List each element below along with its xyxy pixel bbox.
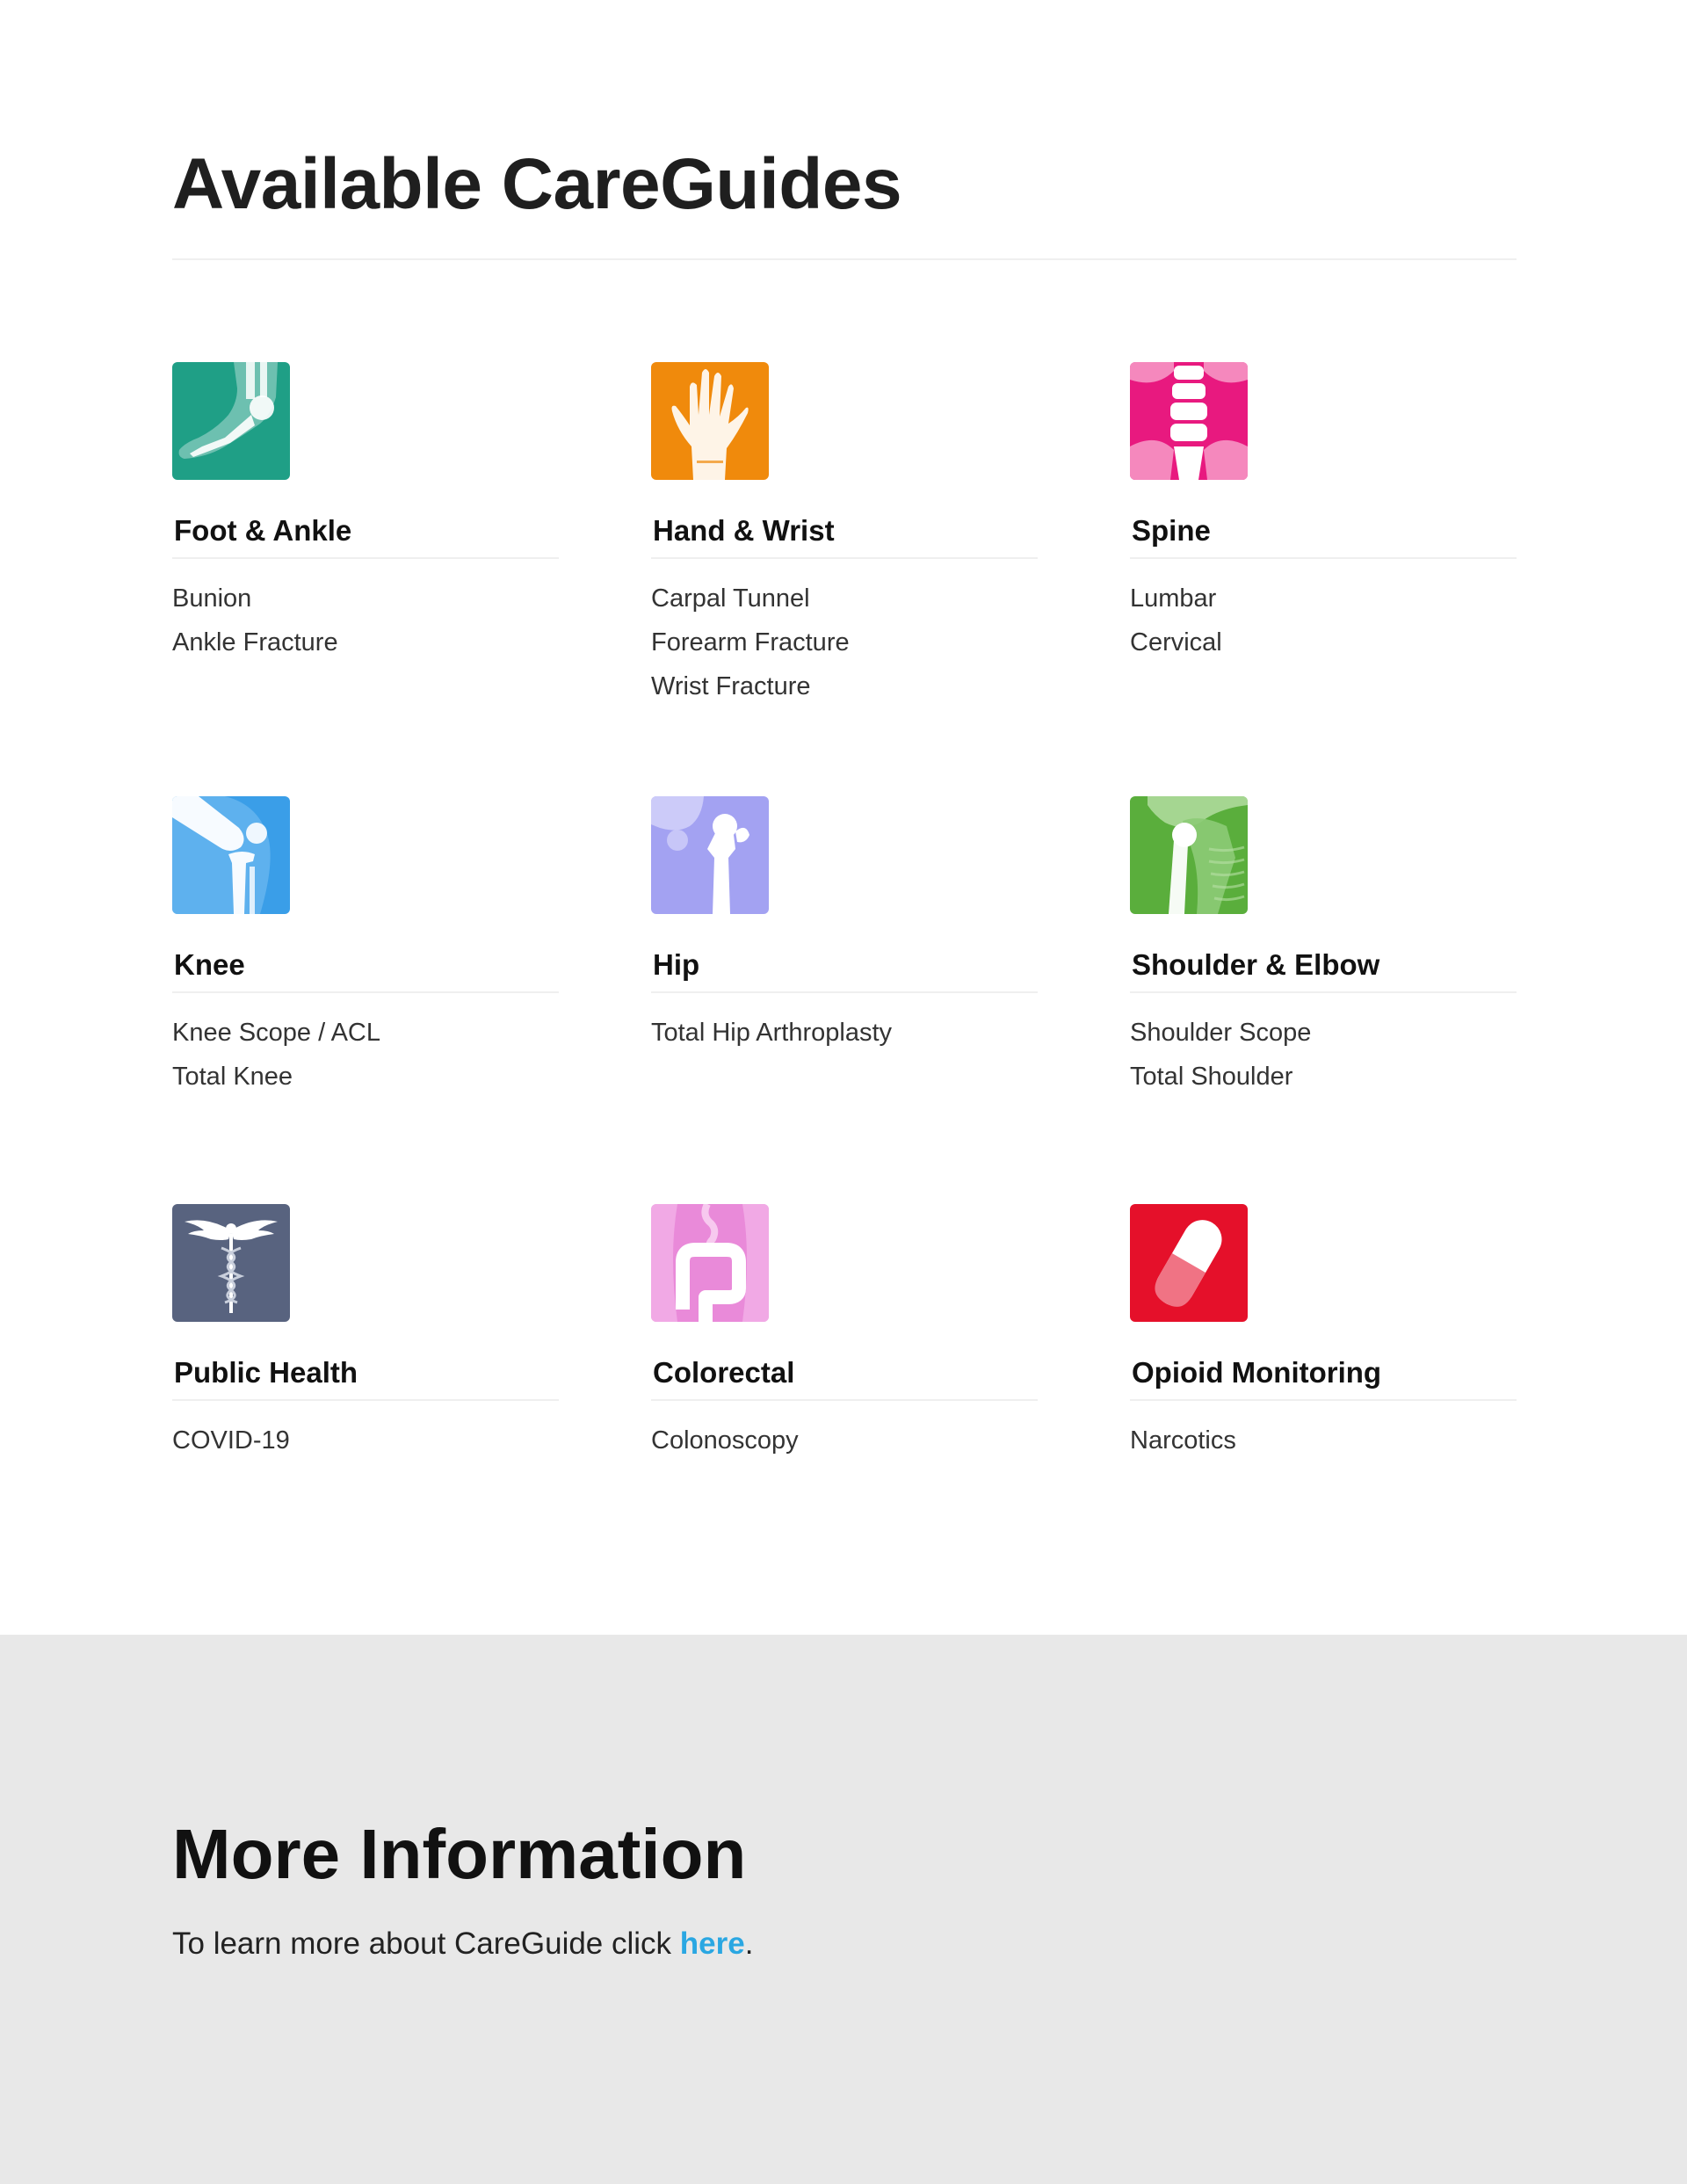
foot-ankle-xray-icon[interactable] (172, 362, 290, 480)
category-colorectal: Colorectal Colonoscopy (651, 1204, 1130, 1485)
category-public-health: Public Health COVID-19 (172, 1204, 651, 1485)
link-knee-scope-acl[interactable]: Knee Scope / ACL (172, 1011, 651, 1055)
link-colonoscopy[interactable]: Colonoscopy (651, 1419, 1130, 1462)
colon-icon[interactable] (651, 1204, 769, 1322)
link-total-knee[interactable]: Total Knee (172, 1055, 651, 1099)
category-divider (172, 991, 559, 993)
careguides-section: Available CareGuides Foot & Ankle Bunion… (0, 0, 1687, 1635)
link-bunion[interactable]: Bunion (172, 577, 651, 620)
category-divider (172, 557, 559, 559)
category-hip: Hip Total Hip Arthroplasty (651, 796, 1130, 1204)
more-info-text-after: . (744, 1926, 754, 1961)
hand-wrist-xray-icon[interactable] (651, 362, 769, 480)
link-carpal-tunnel[interactable]: Carpal Tunnel (651, 577, 1130, 620)
category-knee: Knee Knee Scope / ACL Total Knee (172, 796, 651, 1204)
spine-xray-icon[interactable] (1130, 362, 1248, 480)
link-wrist-fracture[interactable]: Wrist Fracture (651, 664, 1130, 708)
pill-capsule-icon[interactable] (1130, 1204, 1248, 1322)
more-information-section: More Information To learn more about Car… (0, 1635, 1687, 2184)
link-forearm-fracture[interactable]: Forearm Fracture (651, 620, 1130, 664)
link-narcotics[interactable]: Narcotics (1130, 1419, 1517, 1462)
category-title: Knee (174, 948, 245, 981)
category-divider (651, 557, 1038, 559)
category-title: Public Health (174, 1356, 358, 1389)
category-shoulder-elbow: Shoulder & Elbow Shoulder Scope Total Sh… (1130, 796, 1517, 1204)
category-divider (651, 1399, 1038, 1401)
category-title: Hip (653, 948, 700, 981)
category-spine: Spine Lumbar Cervical (1130, 362, 1517, 796)
hip-xray-icon[interactable] (651, 796, 769, 914)
link-cervical[interactable]: Cervical (1130, 620, 1517, 664)
category-opioid-monitoring: Opioid Monitoring Narcotics (1130, 1204, 1517, 1485)
link-covid-19[interactable]: COVID-19 (172, 1419, 651, 1462)
link-shoulder-scope[interactable]: Shoulder Scope (1130, 1011, 1517, 1055)
link-ankle-fracture[interactable]: Ankle Fracture (172, 620, 651, 664)
category-title: Foot & Ankle (174, 514, 352, 547)
category-divider (1130, 557, 1517, 559)
more-info-link[interactable]: here (680, 1926, 745, 1961)
knee-xray-icon[interactable] (172, 796, 290, 914)
title-divider (172, 258, 1517, 260)
page-title: Available CareGuides (172, 144, 902, 224)
category-hand-wrist: Hand & Wrist Carpal Tunnel Forearm Fract… (651, 362, 1130, 796)
more-info-title: More Information (172, 1815, 747, 1893)
category-title: Spine (1132, 514, 1211, 547)
careguide-grid: Foot & Ankle Bunion Ankle Fracture Hand … (172, 362, 1517, 1485)
shoulder-xray-icon[interactable] (1130, 796, 1248, 914)
category-title: Colorectal (653, 1356, 795, 1389)
caduceus-icon[interactable] (172, 1204, 290, 1322)
more-info-text: To learn more about CareGuide click here… (172, 1922, 753, 1966)
more-info-text-before: To learn more about CareGuide click (172, 1926, 680, 1961)
category-title: Shoulder & Elbow (1132, 948, 1380, 981)
category-title: Hand & Wrist (653, 514, 835, 547)
category-title: Opioid Monitoring (1132, 1356, 1382, 1389)
category-foot-ankle: Foot & Ankle Bunion Ankle Fracture (172, 362, 651, 796)
link-total-shoulder[interactable]: Total Shoulder (1130, 1055, 1517, 1099)
link-lumbar[interactable]: Lumbar (1130, 577, 1517, 620)
link-total-hip-arthroplasty[interactable]: Total Hip Arthroplasty (651, 1011, 1130, 1055)
category-divider (1130, 1399, 1517, 1401)
category-divider (651, 991, 1038, 993)
category-divider (1130, 991, 1517, 993)
category-divider (172, 1399, 559, 1401)
